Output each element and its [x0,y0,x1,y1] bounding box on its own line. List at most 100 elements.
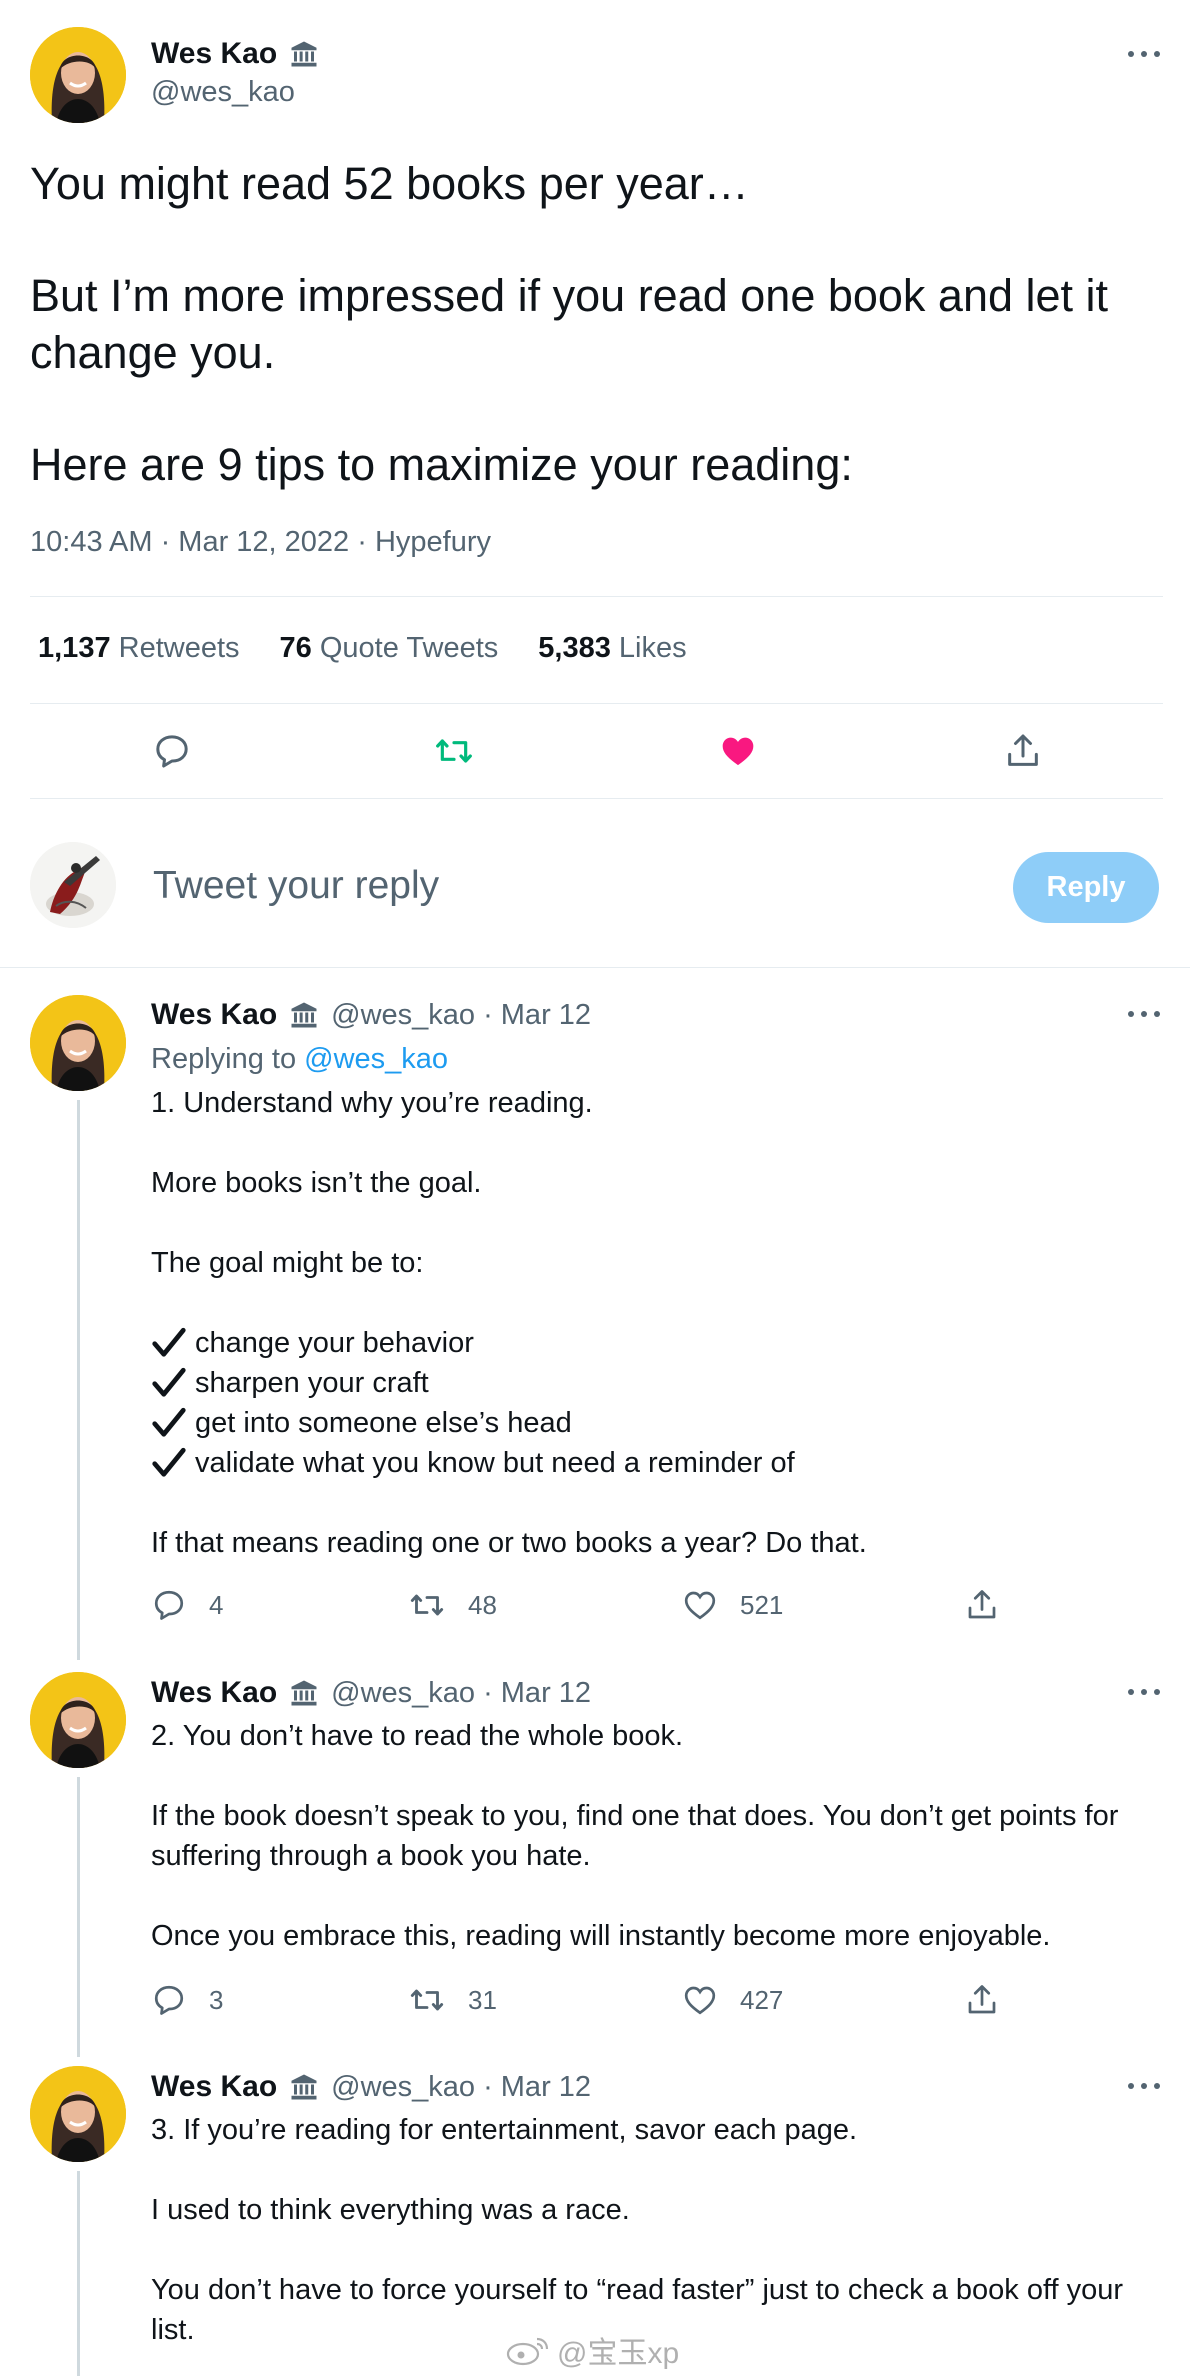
thread-line [77,1777,80,2057]
heart-icon [682,1982,718,2018]
reply-author-handle[interactable]: @wes_kao [331,999,475,1032]
reply-submit-label: Reply [1046,871,1126,903]
divider [30,798,1163,799]
reply-count: 4 [209,1589,224,1620]
like-button[interactable] [718,731,758,771]
reply-icon [152,731,192,771]
share-action[interactable] [964,1982,1022,2018]
reply-composer-input[interactable]: Tweet your reply [153,864,439,908]
reply-author-handle[interactable]: @wes_kao [331,2071,475,2104]
thread-line [77,2171,80,2376]
institution-icon [289,2072,319,2102]
reply-paragraph: If the book doesn’t speak to you, find o… [151,1800,1119,1872]
divider [30,596,1163,597]
tweet-line-3: Here are 9 tips to maximize your reading… [30,439,853,490]
thread-line [77,1100,80,1660]
replying-to: Replying to @wes_kao [151,1043,449,1075]
heart-icon [718,731,758,771]
checkmark-icon [151,1445,187,1481]
retweets-stat[interactable]: 1,137 Retweets [38,632,240,665]
share-icon [964,1587,1000,1623]
reply-date[interactable]: · Mar 12 [483,999,591,1032]
reply-paragraph: Once you embrace this, reading will inst… [151,1920,1051,1952]
reply-submit-button[interactable]: Reply [1013,852,1159,923]
institution-icon [289,39,319,69]
reply-header: Wes Kao @wes_kao · Mar 12 [151,1673,591,1713]
like-action[interactable]: 427 [682,1982,783,2018]
checklist-item: validate what you know but need a remind… [151,1443,1151,1483]
tweet-timestamp[interactable]: 10:43 AM · Mar 12, 2022 · Hypefury [30,526,491,559]
checklist-item: get into someone else’s head [151,1403,1151,1443]
reply-author-handle[interactable]: @wes_kao [331,1677,475,1710]
share-icon [964,1982,1000,2018]
reply-icon [151,1982,187,2018]
institution-icon [289,1000,319,1030]
reply-action[interactable]: 4 [151,1587,223,1623]
share-icon [1003,731,1043,771]
like-count: 521 [740,1589,784,1620]
reply-paragraph: The goal might be to: [151,1247,424,1279]
reply-paragraph: If that means reading one or two books a… [151,1527,867,1559]
weibo-logo-icon [506,2337,549,2366]
share-action[interactable] [964,1587,1022,1623]
retweet-count: 48 [468,1589,497,1620]
heart-icon [682,1587,718,1623]
reply-header: Wes Kao @wes_kao · Mar 12 [151,995,591,1035]
divider [30,703,1163,704]
reply-button[interactable] [152,731,192,771]
like-count: 427 [740,1984,784,2015]
retweet-icon [408,1982,446,2018]
tweet-text: You might read 52 books per year… But I’… [30,155,1170,493]
likes-stat[interactable]: 5,383 Likes [538,632,686,665]
reply-avatar[interactable] [30,995,126,1091]
reply-body: 2. You don’t have to read the whole book… [151,1716,1151,1956]
tweet-stats: 1,137 Retweets 76 Quote Tweets 5,383 Lik… [38,632,687,665]
tweet-line-1: You might read 52 books per year… [30,158,749,209]
retweet-count: 31 [468,1984,497,2015]
reply-author-name[interactable]: Wes Kao [151,1676,277,1710]
share-button[interactable] [1003,731,1043,771]
reply-date[interactable]: · Mar 12 [483,1677,591,1710]
watermark: @宝玉xp [505,2328,679,2372]
reply-paragraph: 1. Understand why you’re reading. [151,1087,593,1119]
retweet-action[interactable]: 48 [408,1587,497,1623]
checkmark-icon [151,1365,187,1401]
reply-action[interactable]: 3 [151,1982,223,2018]
reply-author-name[interactable]: Wes Kao [151,998,277,1032]
reply-icon [151,1587,187,1623]
reply-author-name[interactable]: Wes Kao [151,2070,277,2104]
reply-paragraph: 3. If you’re reading for entertainment, … [151,2114,858,2146]
reply-header: Wes Kao @wes_kao · Mar 12 [151,2067,591,2107]
author-header: Wes Kao @wes_kao [151,34,319,109]
retweet-icon [408,1587,446,1623]
quote-tweets-stat[interactable]: 76 Quote Tweets [280,632,499,665]
more-options-icon[interactable] [1128,1686,1162,1698]
institution-icon [289,1678,319,1708]
checklist-item: change your behavior [151,1323,1151,1363]
author-avatar[interactable] [30,27,126,123]
replying-to-link[interactable]: @wes_kao [304,1043,448,1075]
tweet-line-2: But I’m more impressed if you read one b… [30,270,1109,378]
retweet-icon [434,731,474,771]
checklist-item: sharpen your craft [151,1363,1151,1403]
more-options-icon[interactable] [1128,2080,1162,2092]
section-divider [0,967,1190,968]
reply-body: 3. If you’re reading for entertainment, … [151,2110,1141,2350]
retweet-action[interactable]: 31 [408,1982,497,2018]
checkmark-icon [151,1405,187,1441]
checkmark-icon [151,1325,187,1361]
retweet-button[interactable] [434,731,474,771]
reply-avatar[interactable] [30,2066,126,2162]
reply-paragraph: More books isn’t the goal. [151,1167,482,1199]
reply-avatar[interactable] [30,1672,126,1768]
reply-body: 1. Understand why you’re reading. More b… [151,1083,1151,1563]
reply-date[interactable]: · Mar 12 [483,2071,591,2104]
more-options-icon[interactable] [1128,1008,1162,1020]
checklist: change your behavior sharpen your craft … [151,1323,1151,1483]
reply-count: 3 [209,1984,224,2015]
author-name[interactable]: Wes Kao [151,37,277,71]
user-avatar[interactable] [30,842,116,928]
like-action[interactable]: 521 [682,1587,783,1623]
more-options-icon[interactable] [1128,48,1162,60]
author-handle[interactable]: @wes_kao [151,76,319,109]
